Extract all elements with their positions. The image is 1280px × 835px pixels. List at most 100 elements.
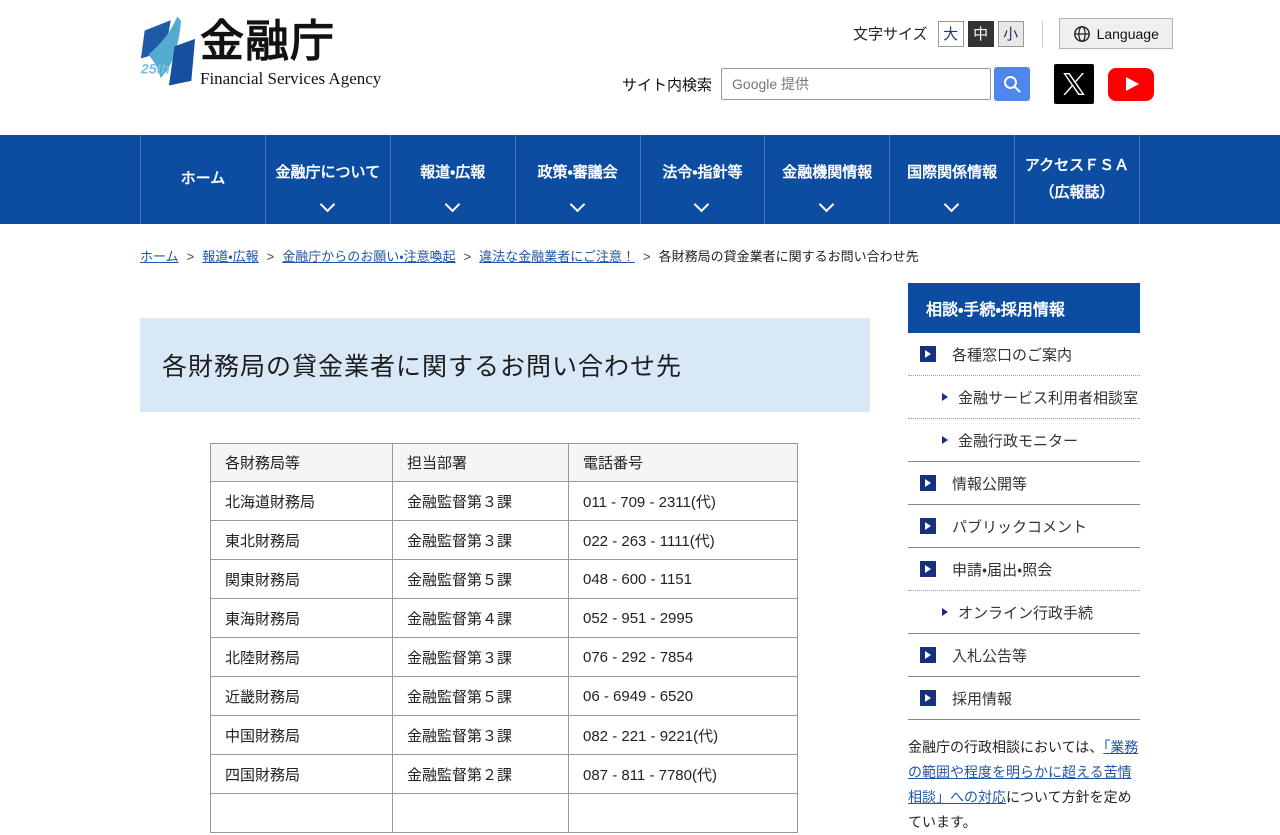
site-subtitle: Financial Services Agency xyxy=(200,69,381,89)
nav-item-label: 金融庁について xyxy=(276,160,381,186)
sidebar-item-financial-administration-monitor[interactable]: 金融行政モニター xyxy=(908,419,1140,461)
table-cell: 048 - 600 - 1151 xyxy=(569,560,798,599)
sidebar-item-label: パブリックコメント xyxy=(952,516,1087,537)
sidebar: 相談・手続・採用情報 各種窓口のご案内金融サービス利用者相談室金融行政モニター情… xyxy=(908,283,1140,835)
table-cell xyxy=(393,794,569,833)
font-size-medium-button[interactable]: 中 xyxy=(968,21,994,47)
sidebar-divider xyxy=(908,719,1140,720)
sidebar-item-applications-notifications[interactable]: 申請・届出・照会 xyxy=(908,548,1140,590)
table-cell: 東海財務局 xyxy=(211,599,393,638)
table-row: 近畿財務局金融監督第５課06 - 6949 - 6520 xyxy=(211,677,798,716)
nav-item-label: 報道・広報 xyxy=(420,160,485,186)
site-title: 金融庁 xyxy=(200,14,381,69)
table-cell: 金融監督第５課 xyxy=(393,677,569,716)
nav-item-financial-institutions[interactable]: 金融機関情報 xyxy=(764,135,889,224)
arrow-square-icon xyxy=(920,561,936,577)
table-cell xyxy=(569,794,798,833)
table-cell: 四国財務局 xyxy=(211,755,393,794)
font-size-small-button[interactable]: 小 xyxy=(998,21,1024,47)
sidebar-title: 相談・手続・採用情報 xyxy=(908,283,1140,333)
triangle-right-icon xyxy=(942,436,948,444)
table-cell: 金融監督第３課 xyxy=(393,482,569,521)
sidebar-note: 金融庁の行政相談においては、「業務の範囲や程度を明らかに超える苦情相談」への対応… xyxy=(908,735,1140,835)
nav-item-policy-councils[interactable]: 政策・審議会 xyxy=(515,135,640,224)
nav-item-access-fsa[interactable]: アクセスＦＳＡ （広報誌） xyxy=(1014,135,1140,224)
nav-item-laws-guidelines[interactable]: 法令・指針等 xyxy=(640,135,765,224)
triangle-right-icon xyxy=(942,608,948,616)
x-twitter-icon[interactable] xyxy=(1054,64,1094,104)
table-cell: 076 - 292 - 7854 xyxy=(569,638,798,677)
arrow-square-icon xyxy=(920,475,936,491)
breadcrumb-separator: > xyxy=(267,249,275,264)
nav-item-about-fsa[interactable]: 金融庁について xyxy=(265,135,390,224)
font-size-label: 文字サイズ xyxy=(853,23,928,44)
chevron-down-icon xyxy=(320,197,336,213)
sidebar-item-financial-services-user-consultation[interactable]: 金融サービス利用者相談室 xyxy=(908,376,1140,418)
table-row-partial xyxy=(211,794,798,833)
sidebar-item-bid-announcements[interactable]: 入札公告等 xyxy=(908,634,1140,676)
search-button[interactable] xyxy=(994,67,1030,101)
sidebar-item-public-comment[interactable]: パブリックコメント xyxy=(908,505,1140,547)
sidebar-item-online-procedures[interactable]: オンライン行政手続 xyxy=(908,591,1140,633)
search-input[interactable] xyxy=(721,68,991,100)
arrow-square-icon xyxy=(920,518,936,534)
language-button[interactable]: Language xyxy=(1059,18,1173,49)
table-row: 北海道財務局金融監督第３課011 - 709 - 2311(代) xyxy=(211,482,798,521)
sidebar-item-contact-points[interactable]: 各種窓口のご案内 xyxy=(908,333,1140,375)
globe-icon xyxy=(1073,25,1091,43)
table-row: 四国財務局金融監督第２課087 - 811 - 7780(代) xyxy=(211,755,798,794)
sidebar-note-prefix: 金融庁の行政相談においては、 xyxy=(908,739,1103,755)
arrow-square-icon xyxy=(920,690,936,706)
table-cell xyxy=(211,794,393,833)
table-header-row: 各財務局等担当部署電話番号 xyxy=(211,444,798,482)
sidebar-item-label: オンライン行政手続 xyxy=(958,602,1093,623)
table-cell: 北陸財務局 xyxy=(211,638,393,677)
table-cell: 金融監督第５課 xyxy=(393,560,569,599)
table-column-header: 担当部署 xyxy=(393,444,569,482)
site-search-label: サイト内検索 xyxy=(622,74,712,95)
table-cell: 052 - 951 - 2995 xyxy=(569,599,798,638)
breadcrumb-separator: > xyxy=(464,249,472,264)
page-title-box: 各財務局の貸金業者に関するお問い合わせ先 xyxy=(140,318,870,412)
triangle-right-icon xyxy=(925,651,931,659)
youtube-icon[interactable] xyxy=(1108,68,1154,101)
chevron-down-icon xyxy=(444,197,460,213)
nav-item-label: 法令・指針等 xyxy=(662,160,742,186)
contact-table: 各財務局等担当部署電話番号 北海道財務局金融監督第３課011 - 709 - 2… xyxy=(210,443,798,833)
arrow-square-icon xyxy=(920,346,936,362)
sidebar-item-label: 金融サービス利用者相談室 xyxy=(958,387,1138,408)
table-row: 東海財務局金融監督第４課052 - 951 - 2995 xyxy=(211,599,798,638)
table-cell: 関東財務局 xyxy=(211,560,393,599)
triangle-right-icon xyxy=(925,565,931,573)
fsa-logo[interactable]: 25th 金融庁 Financial Services Agency xyxy=(140,14,381,89)
nav-item-international[interactable]: 国際関係情報 xyxy=(889,135,1014,224)
table-row: 関東財務局金融監督第５課048 - 600 - 1151 xyxy=(211,560,798,599)
table-body: 北海道財務局金融監督第３課011 - 709 - 2311(代)東北財務局金融監… xyxy=(211,482,798,833)
breadcrumb-item-3[interactable]: 違法な金融業者にご注意！ xyxy=(479,249,635,264)
sidebar-item-recruitment[interactable]: 採用情報 xyxy=(908,677,1140,719)
table-row: 北陸財務局金融監督第３課076 - 292 - 7854 xyxy=(211,638,798,677)
nav-item-label: 政策・審議会 xyxy=(538,160,618,186)
breadcrumb-item-0[interactable]: ホーム xyxy=(140,249,179,264)
table-cell: 金融監督第３課 xyxy=(393,638,569,677)
sidebar-item-label: 入札公告等 xyxy=(952,645,1027,666)
chevron-down-icon xyxy=(569,197,585,213)
sidebar-item-label: 各種窓口のご案内 xyxy=(952,344,1072,365)
nav-item-home[interactable]: ホーム xyxy=(140,135,265,224)
sidebar-item-information-disclosure[interactable]: 情報公開等 xyxy=(908,462,1140,504)
table-cell: 近畿財務局 xyxy=(211,677,393,716)
table-cell: 金融監督第４課 xyxy=(393,599,569,638)
triangle-right-icon xyxy=(942,393,948,401)
font-size-controls: 文字サイズ 大 中 小 Language xyxy=(853,18,1173,49)
table-cell: 082 - 221 - 9221(代) xyxy=(569,716,798,755)
table-cell: 011 - 709 - 2311(代) xyxy=(569,482,798,521)
nav-item-press[interactable]: 報道・広報 xyxy=(390,135,515,224)
table-cell: 北海道財務局 xyxy=(211,482,393,521)
triangle-right-icon xyxy=(925,350,931,358)
nav-item-label: ホーム xyxy=(181,166,226,192)
breadcrumb-item-2[interactable]: 金融庁からのお願い・注意喚起 xyxy=(282,249,455,264)
table-column-header: 各財務局等 xyxy=(211,444,393,482)
table-row: 東北財務局金融監督第３課022 - 263 - 1111(代) xyxy=(211,521,798,560)
font-size-large-button[interactable]: 大 xyxy=(938,21,964,47)
breadcrumb-item-1[interactable]: 報道・広報 xyxy=(202,249,258,264)
